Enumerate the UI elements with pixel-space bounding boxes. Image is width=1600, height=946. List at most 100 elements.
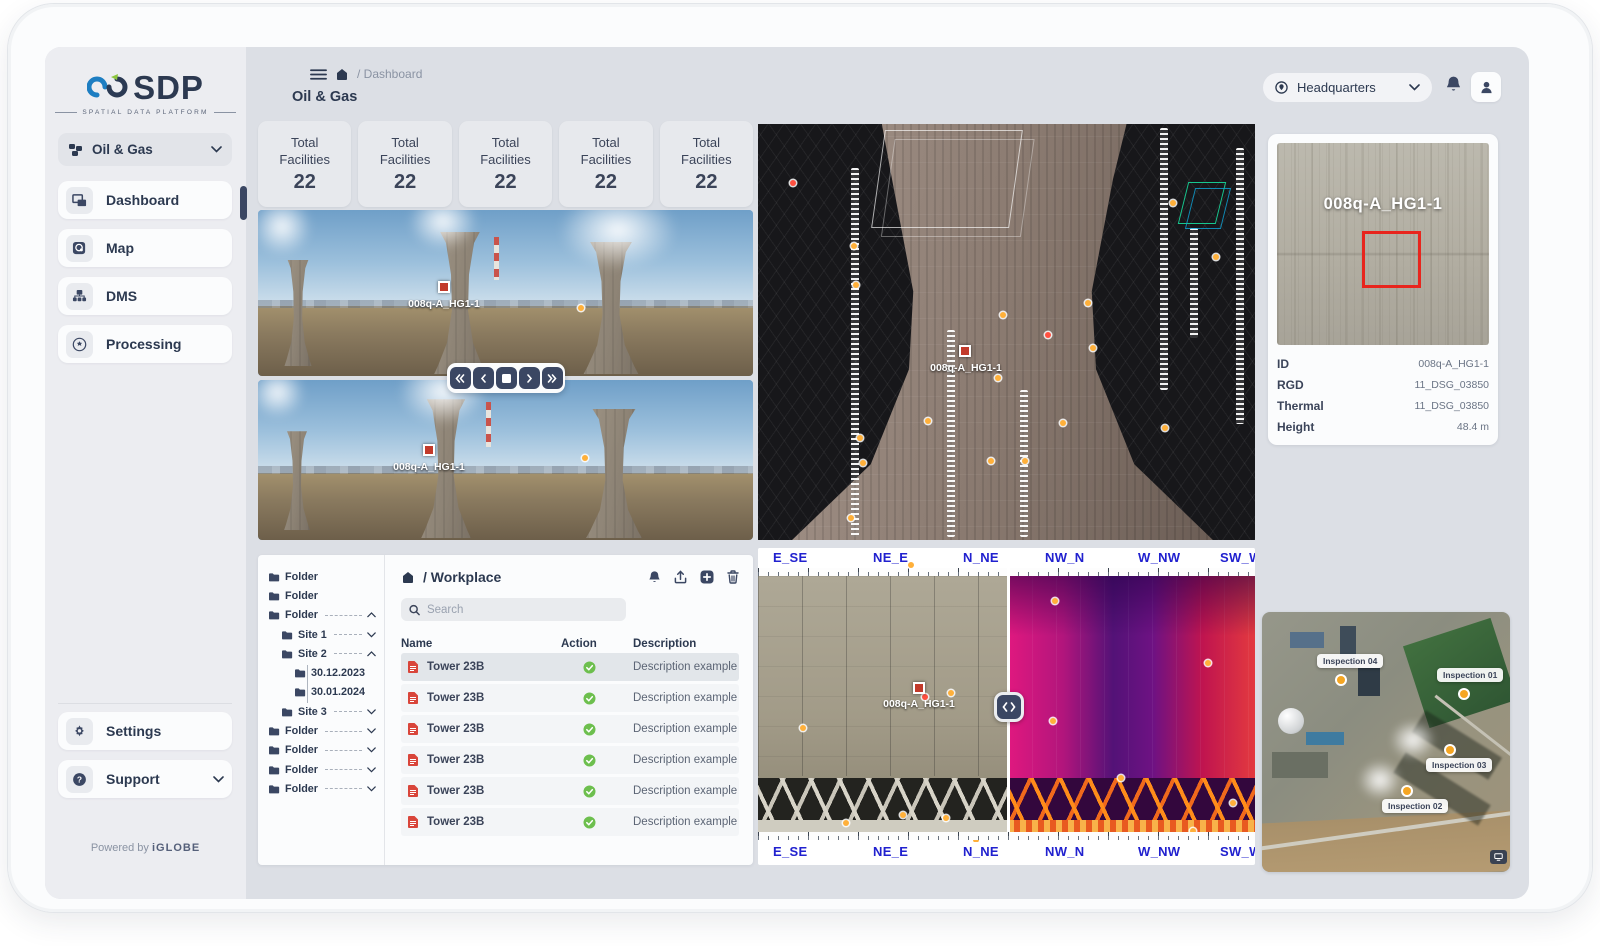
row-action[interactable] <box>561 661 633 674</box>
tree-item-site-2[interactable]: Site 2 <box>268 644 378 663</box>
inspection-pin-label[interactable]: Inspection 03 <box>1426 758 1492 772</box>
sidebar-item-dms[interactable]: DMS <box>58 277 232 315</box>
tree-item-folder[interactable]: Folder <box>268 760 378 779</box>
defect-dot[interactable] <box>582 455 588 461</box>
chevron-down-icon[interactable] <box>367 728 376 734</box>
hamburger-menu-icon[interactable] <box>310 68 327 81</box>
facility-surface-image[interactable]: 008q-A_HG1-1 <box>1277 143 1489 345</box>
sidebar-item-support[interactable]: ? Support <box>58 760 232 798</box>
column-action[interactable]: Action <box>561 638 633 650</box>
surface-strip-viewer[interactable]: E_SENE_EN_NENW_NW_NWSW_W 008q-A_HG1-1 E_… <box>758 548 1255 865</box>
facility-marker[interactable] <box>913 682 925 694</box>
defect-dot[interactable] <box>900 812 906 818</box>
defect-dot[interactable] <box>1205 660 1211 666</box>
defect-dot[interactable] <box>1052 598 1058 604</box>
defect-dot[interactable] <box>860 460 866 466</box>
next-button[interactable] <box>519 367 540 389</box>
tree-item-folder[interactable]: Folder <box>268 741 378 760</box>
strip-thermal-image[interactable] <box>1008 576 1255 832</box>
last-button[interactable] <box>542 367 563 389</box>
inspection-pin-label[interactable]: Inspection 01 <box>1437 668 1503 682</box>
row-action[interactable] <box>561 692 633 705</box>
tree-item-folder[interactable]: Folder <box>268 567 378 586</box>
inspection-pin-dot[interactable] <box>1460 690 1468 698</box>
table-row[interactable]: Tower 23B Description example <box>401 777 739 805</box>
defect-dot[interactable] <box>1022 458 1028 464</box>
chevron-up-icon[interactable] <box>367 651 376 657</box>
defect-dot[interactable] <box>995 375 1001 381</box>
tree-item-folder[interactable]: Folder <box>268 721 378 740</box>
inspection-pin-dot[interactable] <box>1403 787 1411 795</box>
defect-dot[interactable] <box>1045 332 1051 338</box>
table-row[interactable]: Tower 23B Description example <box>401 715 739 743</box>
defect-dot[interactable] <box>925 418 931 424</box>
chevron-down-icon[interactable] <box>367 767 376 773</box>
location-select[interactable]: Headquarters <box>1263 73 1432 102</box>
defect-dot[interactable] <box>948 690 954 696</box>
defect-dot[interactable] <box>988 458 994 464</box>
search-input[interactable] <box>427 604 618 616</box>
defect-dot[interactable] <box>851 243 857 249</box>
home-icon[interactable] <box>335 68 349 81</box>
sidebar-item-map[interactable]: Map <box>58 229 232 267</box>
defect-dot[interactable] <box>1118 775 1124 781</box>
user-account-button[interactable] <box>1471 72 1501 102</box>
chevron-down-icon[interactable] <box>367 632 376 638</box>
table-row[interactable]: Tower 23B Description example <box>401 746 739 774</box>
defect-dot[interactable] <box>1170 200 1176 206</box>
tree-item-30-12-2023[interactable]: 30.12.2023 <box>268 663 378 682</box>
tree-item-folder[interactable]: Folder <box>268 586 378 605</box>
gallery-photo-top[interactable]: 008q-A_HG1-1 <box>258 210 753 376</box>
defect-dot[interactable] <box>857 435 863 441</box>
sidebar-item-settings[interactable]: Settings <box>58 712 232 750</box>
row-action[interactable] <box>561 816 633 829</box>
gallery-photo-bottom[interactable]: 008q-A_HG1-1 <box>258 380 753 540</box>
upload-icon[interactable] <box>674 570 687 584</box>
trash-icon[interactable] <box>727 570 739 584</box>
facility-marker[interactable] <box>438 281 450 293</box>
defect-dot[interactable] <box>1000 312 1006 318</box>
table-row[interactable]: Tower 23B Description example <box>401 684 739 712</box>
defect-dot[interactable] <box>1060 420 1066 426</box>
row-action[interactable] <box>561 723 633 736</box>
inspection-pin-label[interactable]: Inspection 02 <box>1382 799 1448 813</box>
defect-dot[interactable] <box>1090 345 1096 351</box>
first-button[interactable] <box>450 367 471 389</box>
defect-dot[interactable] <box>1230 800 1236 806</box>
site-map-view[interactable]: Inspection 04 Inspection 01 Inspection 03 I… <box>1262 612 1510 872</box>
sidebar-item-processing[interactable]: Processing <box>58 325 232 363</box>
defect-dot[interactable] <box>1213 254 1219 260</box>
defect-dot[interactable] <box>843 820 849 826</box>
stop-button[interactable] <box>496 367 517 389</box>
defect-dot[interactable] <box>1050 718 1056 724</box>
sidebar-item-dashboard[interactable]: Dashboard <box>58 181 232 219</box>
tree-item-folder[interactable]: Folder <box>268 779 378 798</box>
workspace-select[interactable]: Oil & Gas <box>58 133 232 166</box>
map-mode-button[interactable] <box>1490 850 1507 864</box>
defect-dot[interactable] <box>943 815 949 821</box>
inspection-pin-dot[interactable] <box>1446 746 1454 754</box>
table-row[interactable]: Tower 23B Description example <box>401 653 739 681</box>
notifications-button[interactable] <box>1445 75 1462 98</box>
defect-dot[interactable] <box>790 180 796 186</box>
breadcrumb[interactable]: / Dashboard <box>357 67 422 81</box>
table-row[interactable]: Tower 23B Description example <box>401 808 739 836</box>
column-name[interactable]: Name <box>401 638 561 650</box>
defect-dot[interactable] <box>908 562 914 568</box>
defect-dot[interactable] <box>848 515 854 521</box>
chevron-down-icon[interactable] <box>367 709 376 715</box>
inspection-pin-dot[interactable] <box>1337 676 1345 684</box>
tree-item-folder[interactable]: Folder <box>268 606 378 625</box>
prev-button[interactable] <box>473 367 494 389</box>
chevron-up-icon[interactable] <box>367 612 376 618</box>
defect-dot[interactable] <box>578 305 584 311</box>
defect-dot[interactable] <box>1162 425 1168 431</box>
facility-marker[interactable] <box>959 345 971 357</box>
home-icon[interactable] <box>401 571 415 584</box>
split-resize-handle[interactable] <box>994 692 1024 722</box>
defect-dot[interactable] <box>853 282 859 288</box>
facility-marker[interactable] <box>423 444 435 456</box>
add-icon[interactable] <box>700 570 714 584</box>
row-action[interactable] <box>561 754 633 767</box>
inspection-pin-label[interactable]: Inspection 04 <box>1317 654 1383 668</box>
